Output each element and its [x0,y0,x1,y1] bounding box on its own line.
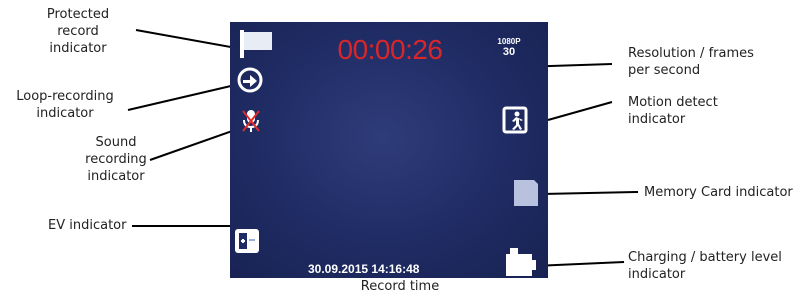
label-protected-line3: indicator [49,41,107,56]
label-sound-line2: recording [85,152,147,167]
label-sound-recording: Sound recording indicator [66,134,166,185]
label-ev: EV indicator [48,218,127,233]
label-sound-line3: indicator [87,169,145,184]
label-charging: Charging / battery level indicator [628,249,782,283]
ev-icon [235,229,259,253]
label-charging-line2: indicator [628,267,686,282]
label-motion-detect: Motion detect indicator [628,94,718,128]
label-loop-line1: Loop-recording [16,89,114,104]
camera-screen: 00:00:26 1080P 30 30.09.2015 14:16:48 [230,22,548,278]
memory-card-icon [514,180,538,206]
leader-motion [547,101,613,121]
label-resolution: Resolution / frames per second [628,45,754,79]
leader-memory [541,191,639,195]
label-protected-line2: record [57,24,99,39]
motion-detect-icon [502,106,528,134]
label-record-time: Record time [360,279,440,294]
flag-icon [240,30,272,58]
label-motion-line1: Motion detect [628,95,718,110]
resolution-value: 1080P [497,37,521,46]
label-protected-record: Protected record indicator [18,6,138,57]
label-motion-line2: indicator [628,112,686,127]
label-resolution-line2: per second [628,63,701,78]
label-loop-recording: Loop-recording indicator [4,88,126,122]
microphone-muted-icon [242,110,260,132]
loop-icon [237,67,263,93]
resolution-display: 1080P 30 [494,38,524,58]
label-resolution-line1: Resolution / frames [628,46,754,61]
charging-battery-icon [506,248,536,276]
record-time-display: 00:00:26 [337,34,444,65]
label-sound-line1: Sound [95,135,137,150]
frame-rate-value: 30 [502,46,516,58]
label-charging-line1: Charging / battery level [628,250,782,265]
label-loop-line2: indicator [36,106,94,121]
label-memory-card: Memory Card indicator [644,185,793,200]
datetime-display: 30.09.2015 14:16:48 [308,262,420,276]
label-protected-line1: Protected [46,7,110,22]
